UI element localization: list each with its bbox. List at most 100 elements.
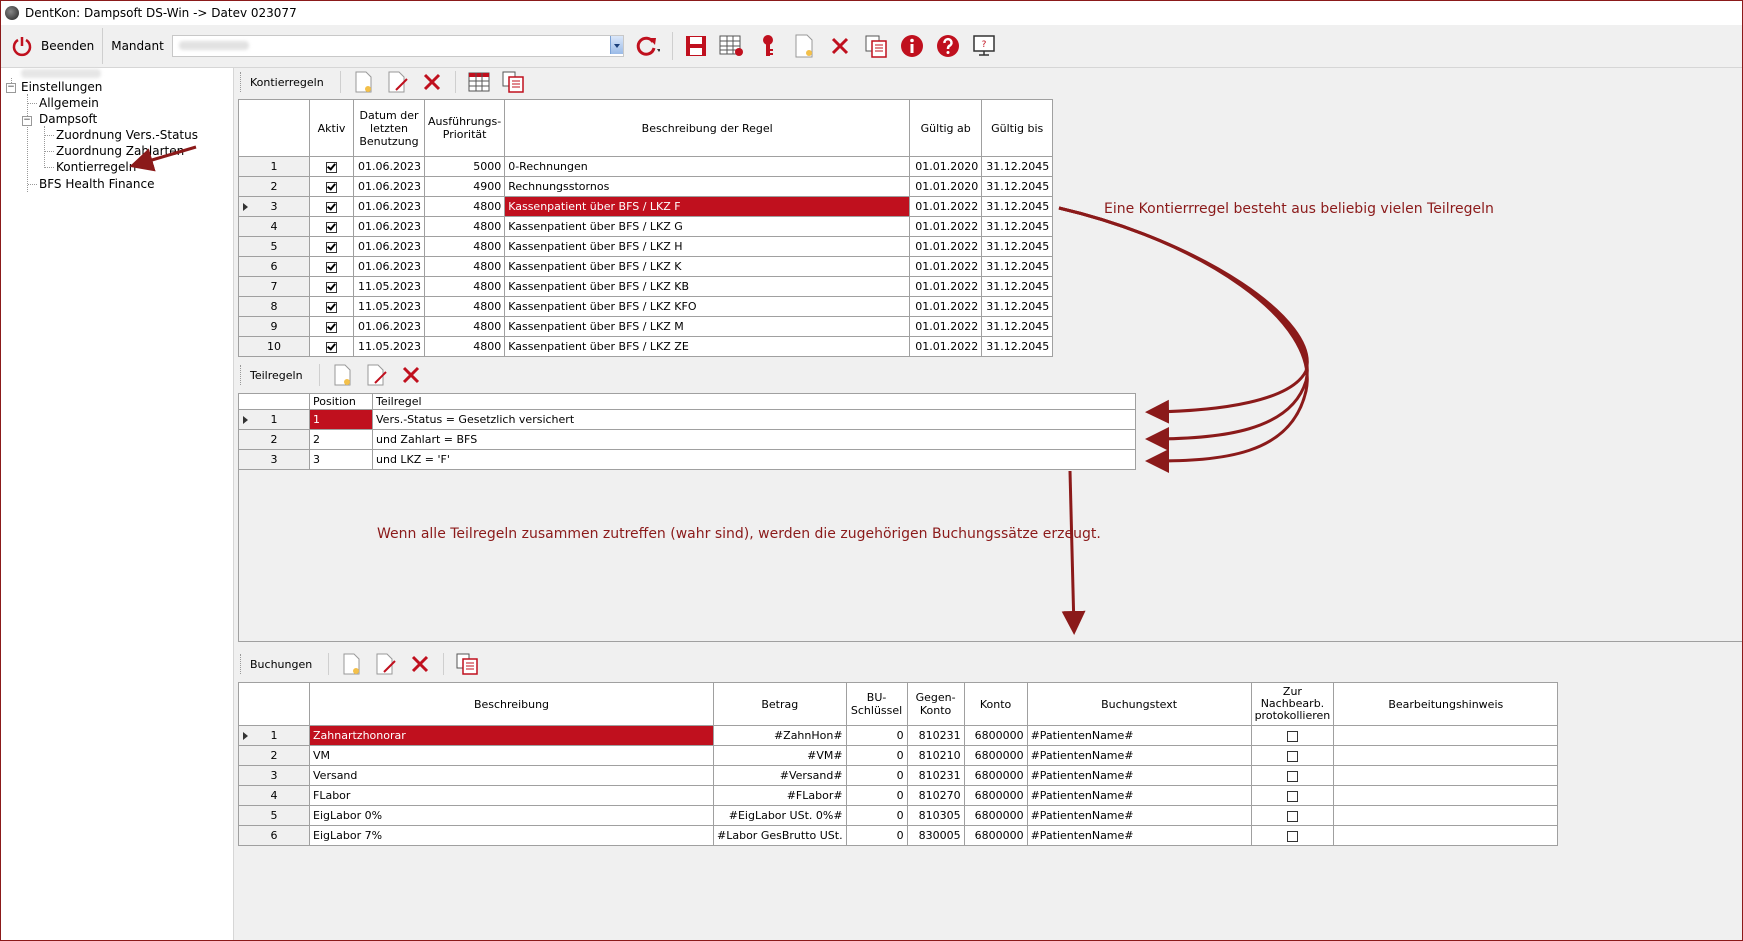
table-row[interactable]: 5 EigLabor 0% #EigLabor USt. 0%# 0 810305 680… xyxy=(238,805,1559,826)
table-row[interactable]: 3 3 und LKZ = 'F' xyxy=(238,449,1136,470)
edit-document-icon[interactable] xyxy=(365,363,389,387)
new-document-icon[interactable] xyxy=(340,652,364,676)
checkbox-checked[interactable] xyxy=(326,201,337,213)
buchungstext-cell[interactable]: #PatientenName# xyxy=(1026,765,1252,786)
column-header[interactable]: Buchungstext xyxy=(1026,682,1252,726)
beschreibung-cell[interactable]: Kassenpatient über BFS / LKZ ZE xyxy=(504,336,911,357)
gueltig-ab-cell[interactable]: 01.01.2020 xyxy=(909,176,983,197)
gegenkonto-cell[interactable]: 830005 xyxy=(906,825,965,846)
beschreibung-cell[interactable]: Kassenpatient über BFS / LKZ KB xyxy=(504,276,911,297)
aktiv-cell[interactable] xyxy=(309,276,354,297)
beschreibung-cell[interactable]: Kassenpatient über BFS / LKZ F xyxy=(504,196,911,217)
beschreibung-cell[interactable]: Kassenpatient über BFS / LKZ H xyxy=(504,236,911,257)
table-row[interactable]: 1 1 Vers.-Status = Gesetzlich versichert xyxy=(238,409,1136,430)
table-row[interactable]: 2 VM #VM# 0 810210 6800000 #PatientenName# xyxy=(238,745,1559,766)
checkbox-checked[interactable] xyxy=(326,321,337,333)
gueltig-ab-cell[interactable]: 01.01.2022 xyxy=(909,336,983,357)
bearbeitungshinweis-cell[interactable] xyxy=(1333,725,1559,746)
new-document-icon[interactable] xyxy=(791,33,817,59)
row-number[interactable]: 7 xyxy=(238,276,310,297)
prio-cell[interactable]: 4800 xyxy=(423,276,506,297)
beschreibung-cell[interactable]: FLabor xyxy=(309,785,714,806)
prio-cell[interactable]: 4800 xyxy=(423,216,506,237)
row-number[interactable]: 4 xyxy=(238,216,310,237)
save-icon[interactable] xyxy=(683,33,709,59)
gueltig-ab-cell[interactable]: 01.01.2022 xyxy=(909,216,983,237)
checkbox-checked[interactable] xyxy=(326,301,337,313)
gueltig-bis-cell[interactable]: 31.12.2045 xyxy=(981,256,1054,277)
gueltig-bis-cell[interactable]: 31.12.2045 xyxy=(981,336,1054,357)
monitor-icon[interactable]: ? xyxy=(971,33,997,59)
position-cell[interactable]: 3 xyxy=(309,449,373,470)
betrag-cell[interactable]: #Versand# xyxy=(713,765,847,786)
table-row[interactable]: 10 11.05.2023 4800 Kassenpatient über BFS /… xyxy=(238,336,1054,357)
gueltig-bis-cell[interactable]: 31.12.2045 xyxy=(981,316,1054,337)
row-number[interactable]: 1 xyxy=(238,409,310,430)
bearbeitungshinweis-cell[interactable] xyxy=(1333,745,1559,766)
bu-schluessel-cell[interactable]: 0 xyxy=(845,745,908,766)
gueltig-bis-cell[interactable]: 31.12.2045 xyxy=(981,156,1054,177)
beschreibung-cell[interactable]: VM xyxy=(309,745,714,766)
checkbox-checked[interactable] xyxy=(326,161,337,173)
prio-cell[interactable]: 4800 xyxy=(423,316,506,337)
tree-item-dampsoft[interactable]: Dampsoft xyxy=(39,112,97,126)
gueltig-ab-cell[interactable]: 01.01.2022 xyxy=(909,296,983,317)
datum-cell[interactable]: 01.06.2023 xyxy=(353,216,425,237)
table-row[interactable]: 1 Zahnartzhonorar #ZahnHon# 0 810231 6800000 #… xyxy=(238,725,1559,746)
gueltig-ab-cell[interactable]: 01.01.2022 xyxy=(909,236,983,257)
gueltig-ab-cell[interactable]: 01.01.2022 xyxy=(909,316,983,337)
datum-cell[interactable]: 01.06.2023 xyxy=(353,196,425,217)
tree-item-zahlarten[interactable]: Zuordnung Zahlarten xyxy=(56,144,184,158)
teilregel-cell[interactable]: und LKZ = 'F' xyxy=(372,449,1136,470)
beschreibung-cell[interactable]: Kassenpatient über BFS / LKZ M xyxy=(504,316,911,337)
column-header[interactable]: Beschreibung der Regel xyxy=(504,99,911,157)
table-row[interactable]: 2 01.06.2023 4900 Rechnungsstornos 01.01.202… xyxy=(238,176,1054,197)
position-cell[interactable]: 1 xyxy=(309,409,373,430)
konto-cell[interactable]: 6800000 xyxy=(963,745,1028,766)
buchungstext-cell[interactable]: #PatientenName# xyxy=(1026,825,1252,846)
aktiv-cell[interactable] xyxy=(309,256,354,277)
row-number[interactable]: 3 xyxy=(238,449,310,470)
row-number[interactable]: 6 xyxy=(238,825,310,846)
nachbearbeitung-cell[interactable] xyxy=(1250,745,1335,766)
betrag-cell[interactable]: #Labor GesBrutto USt. xyxy=(713,825,847,846)
beschreibung-cell[interactable]: Rechnungsstornos xyxy=(504,176,911,197)
column-header[interactable]: Ausführungs-Priorität xyxy=(423,99,506,157)
beenden-button[interactable]: Beenden xyxy=(1,28,104,64)
datum-cell[interactable]: 01.06.2023 xyxy=(353,316,425,337)
table-row[interactable]: 8 11.05.2023 4800 Kassenpatient über BFS / … xyxy=(238,296,1054,317)
checkbox-checked[interactable] xyxy=(326,341,337,353)
bu-schluessel-cell[interactable]: 0 xyxy=(845,725,908,746)
table-settings-icon[interactable] xyxy=(719,33,745,59)
nachbearbeitung-cell[interactable] xyxy=(1250,765,1335,786)
prio-cell[interactable]: 4800 xyxy=(423,336,506,357)
checkbox-unchecked[interactable] xyxy=(1286,810,1298,822)
gueltig-bis-cell[interactable]: 31.12.2045 xyxy=(981,176,1054,197)
konto-cell[interactable]: 6800000 xyxy=(963,785,1028,806)
prio-cell[interactable]: 4900 xyxy=(423,176,506,197)
beschreibung-cell[interactable]: EigLabor 7% xyxy=(309,825,714,846)
key-icon[interactable] xyxy=(755,33,781,59)
bu-schluessel-cell[interactable]: 0 xyxy=(845,785,908,806)
gegenkonto-cell[interactable]: 810305 xyxy=(906,805,965,826)
datum-cell[interactable]: 01.06.2023 xyxy=(353,236,425,257)
checkbox-unchecked[interactable] xyxy=(1286,750,1298,762)
table-row[interactable]: 3 01.06.2023 4800 Kassenpatient über BFS / … xyxy=(238,196,1054,217)
betrag-cell[interactable]: #ZahnHon# xyxy=(713,725,847,746)
datum-cell[interactable]: 11.05.2023 xyxy=(353,296,425,317)
gegenkonto-cell[interactable]: 810231 xyxy=(906,765,965,786)
table-row[interactable]: 2 2 und Zahlart = BFS xyxy=(238,429,1136,450)
copy-icon[interactable] xyxy=(501,70,525,94)
aktiv-cell[interactable] xyxy=(309,336,354,357)
row-number[interactable]: 1 xyxy=(238,725,310,746)
column-header[interactable]: Gültig bis xyxy=(981,99,1054,157)
tree-item-kontierregeln[interactable]: Kontierregeln xyxy=(56,160,136,174)
konto-cell[interactable]: 6800000 xyxy=(963,825,1028,846)
aktiv-cell[interactable] xyxy=(309,196,354,217)
betrag-cell[interactable]: #VM# xyxy=(713,745,847,766)
edit-document-icon[interactable] xyxy=(386,70,410,94)
nachbearbeitung-cell[interactable] xyxy=(1250,785,1335,806)
table-row[interactable]: 6 01.06.2023 4800 Kassenpatient über BFS / … xyxy=(238,256,1054,277)
table-row[interactable]: 6 EigLabor 7% #Labor GesBrutto USt. 0 830005… xyxy=(238,825,1559,846)
konto-cell[interactable]: 6800000 xyxy=(963,765,1028,786)
